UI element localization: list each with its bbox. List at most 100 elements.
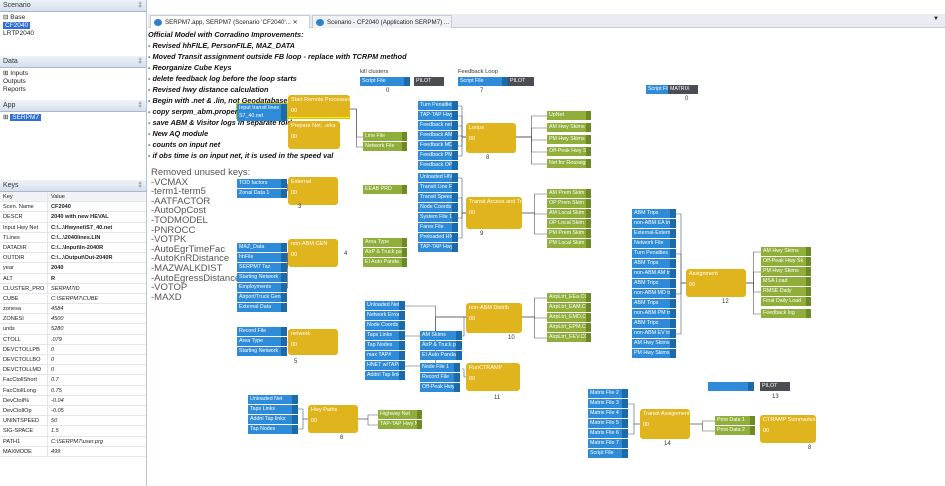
data-node[interactable]: Node Coords	[418, 203, 458, 212]
key-value[interactable]: 0	[48, 355, 146, 364]
data-node[interactable]: System File 1	[418, 213, 458, 222]
key-value[interactable]: 50	[48, 416, 146, 425]
key-value[interactable]: R	[48, 274, 146, 283]
data-node[interactable]: non-ABM AM trips	[632, 269, 676, 278]
data-node[interactable]: Feedback OP HS	[418, 161, 458, 170]
data-node[interactable]: ABM Trips	[632, 319, 676, 328]
key-row[interactable]: DEVCTOLLPB 0	[0, 344, 146, 355]
key-row[interactable]: ZONESI 4500	[0, 314, 146, 325]
output-node[interactable]: Area Type	[363, 238, 407, 247]
key-row[interactable]: DevCtollOp -0.05	[0, 405, 146, 417]
output-node[interactable]: RMSE Daily	[761, 287, 811, 296]
key-value[interactable]: 1.5	[48, 426, 146, 435]
data-node[interactable]: Network Errors	[365, 311, 405, 320]
data-node[interactable]: TAP-TAP Hwy Net	[418, 243, 458, 252]
output-node[interactable]: Print Data 2	[715, 426, 755, 435]
key-value[interactable]: 0.75	[48, 386, 146, 395]
close-icon[interactable]: ✕	[451, 19, 452, 26]
data-node[interactable]: Unloaded Net	[365, 301, 405, 310]
data-node[interactable]: Record File	[237, 327, 287, 336]
output-node[interactable]: Network File	[363, 142, 407, 151]
process-node[interactable]: Prepare Net, .orks 00	[288, 121, 340, 149]
key-value[interactable]: 5280	[48, 324, 146, 333]
data-node[interactable]: MAZ_Data	[237, 243, 287, 252]
data-node[interactable]: SERPM7 Taz	[237, 263, 287, 272]
process-node[interactable]: non-ABM Distrib 00	[466, 303, 522, 333]
tree-item-lrtp2040[interactable]: LRTP2040	[0, 30, 146, 38]
output-node[interactable]: Off-Peak Hwy Sk	[761, 257, 811, 266]
output-node[interactable]: AM Prem Skim	[547, 189, 591, 198]
data-node[interactable]: Transit Line File	[418, 183, 458, 192]
data-node[interactable]: Unloaded Net	[248, 395, 298, 404]
key-value[interactable]: -0.04	[48, 396, 146, 405]
key-row[interactable]: CUBE C:\SERPM7\CUBE	[0, 293, 146, 305]
output-node[interactable]: AM Local Skim	[547, 209, 591, 218]
process-node[interactable]: network 00	[288, 329, 338, 355]
output-node[interactable]: Net for Reassign	[547, 159, 591, 168]
data-node[interactable]: Employments	[237, 283, 287, 292]
output-node[interactable]: OP Prem Skim	[547, 199, 591, 208]
process-node[interactable]: Loops 00	[466, 123, 516, 153]
data-node[interactable]: Airport/Truck Gen	[237, 293, 287, 302]
program-node[interactable]: PILOT	[760, 382, 790, 391]
output-node[interactable]: Final Daily Load	[761, 297, 811, 306]
data-node[interactable]: Zonal Data 1	[237, 189, 287, 198]
data-node[interactable]: Script File	[588, 449, 628, 458]
tab-app[interactable]: SERPM7.app, SERPM7 (Scenario 'CF2040'...…	[150, 15, 310, 28]
output-node[interactable]: Line File	[363, 132, 407, 141]
output-node[interactable]: EEAB PRD	[363, 185, 407, 194]
process-node[interactable]: Transit Access and Transit Paths and Ski…	[466, 197, 522, 229]
key-value[interactable]: C:\...\2040lines.LIN	[48, 233, 146, 242]
key-row[interactable]: DEVCTOLLMD 0	[0, 365, 146, 376]
data-node[interactable]: Matrix File 4	[588, 409, 628, 418]
data-node[interactable]: non-ABM EV trips	[632, 329, 676, 338]
data-node[interactable]: Matrix File 5	[588, 419, 628, 428]
data-node[interactable]: Node Coords	[365, 321, 405, 330]
data-node[interactable]: Turn Penalties	[418, 101, 458, 110]
data-node[interactable]: AirP & Truck pair	[420, 341, 462, 350]
data-node[interactable]: Starting Network	[237, 347, 287, 356]
key-row[interactable]: FacCtollLong 0.75	[0, 385, 146, 396]
key-value[interactable]: -0.05	[48, 406, 146, 415]
data-node[interactable]: Network File	[632, 239, 676, 248]
data-node[interactable]: non-ABM EA trips	[632, 219, 676, 228]
process-node[interactable]: CTRAMP Summaries 00	[760, 415, 816, 443]
flowchart-canvas[interactable]: Official Model with Corradino Improvemen…	[148, 29, 945, 486]
output-node[interactable]: AirpLtrt_EEV.CC	[547, 333, 591, 342]
output-node[interactable]: AirpLtrt_EPM.CC	[547, 323, 591, 332]
tree-item-inputs[interactable]: ⊞ Inputs	[0, 70, 146, 78]
output-node[interactable]: MSA Load	[761, 277, 811, 286]
key-row[interactable]: CTOLL .079	[0, 334, 146, 345]
key-row[interactable]: ALT R	[0, 273, 146, 284]
data-node[interactable]: TAP-TAP Hwy Net	[418, 111, 458, 120]
output-node[interactable]: Highway Net	[378, 410, 422, 419]
key-value[interactable]: 2040	[48, 263, 146, 272]
output-node[interactable]: AM Hwy Skims	[761, 247, 811, 256]
data-node[interactable]: Tap Nodes	[365, 341, 405, 350]
key-value[interactable]: C:\...\Input\In-2040R	[48, 243, 146, 252]
key-value[interactable]: CF2040	[48, 202, 146, 211]
output-node[interactable]: AM Hwy Skims	[547, 123, 591, 132]
data-node[interactable]: Feedback PM HS	[418, 151, 458, 160]
key-row[interactable]: Input Hwy Net C:\...\Hwynet\S7_40.net	[0, 222, 146, 233]
data-node[interactable]: ABM Trips	[632, 279, 676, 288]
data-node[interactable]: Matrix File 2	[588, 389, 628, 398]
data-node[interactable]: Matrix File 7	[588, 439, 628, 448]
process-node[interactable]: Transit Assignment 00	[640, 409, 690, 439]
key-value[interactable]: 0	[48, 345, 146, 354]
tab-scenario[interactable]: Scenario - CF2040 (Application SERPM7) .…	[312, 15, 452, 28]
key-value[interactable]: C:\SERPM7\CUBE	[48, 294, 146, 303]
key-row[interactable]: TLines C:\...\2040lines.LIN	[0, 232, 146, 243]
data-node[interactable]: AM Skims	[420, 331, 462, 340]
data-node[interactable]: External Data	[237, 303, 287, 312]
key-value[interactable]: C:\SERPM7\user.prg	[48, 437, 146, 446]
key-value[interactable]: 499	[48, 447, 146, 456]
data-node[interactable]: non-ABM PM trips	[632, 309, 676, 318]
key-value[interactable]: 0.7	[48, 375, 146, 384]
data-node[interactable]: ABM Trips	[632, 259, 676, 268]
output-node[interactable]: PM Prem Skim	[547, 229, 591, 238]
data-node[interactable]: AM Hwy Skims	[632, 339, 676, 348]
output-node[interactable]: TAP-TAP Hwy Ne	[378, 420, 422, 429]
output-node[interactable]: AirpLtrt_EAM.CC	[547, 303, 591, 312]
process-node[interactable]: External 00	[288, 177, 338, 205]
